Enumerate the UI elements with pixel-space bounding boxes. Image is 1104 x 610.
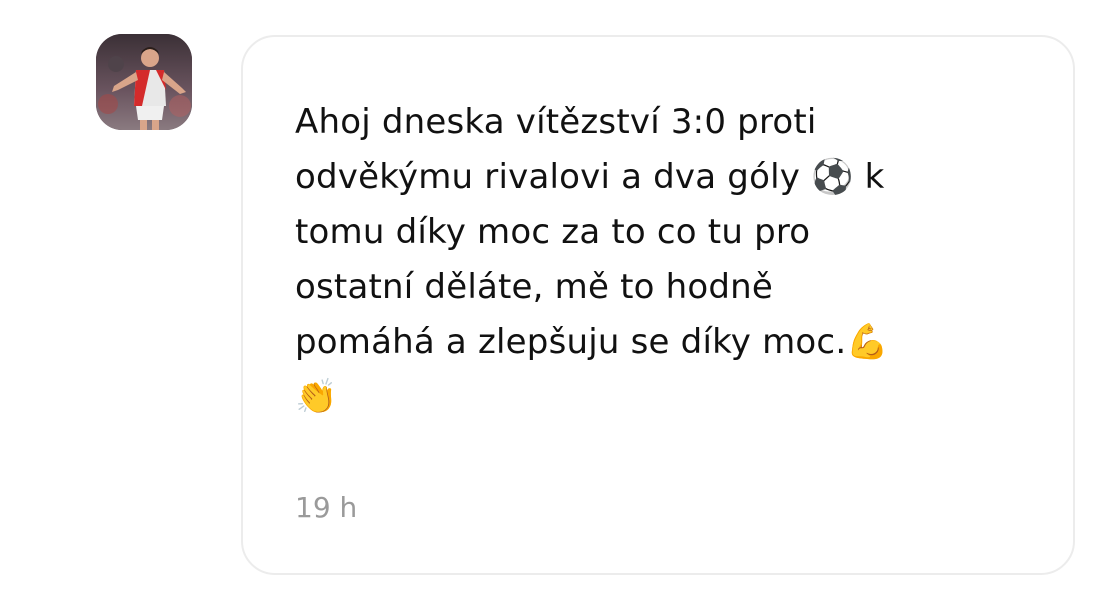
comment-timestamp: 19 h — [295, 491, 358, 524]
avatar[interactable] — [96, 34, 192, 130]
avatar-image — [96, 34, 192, 130]
comment-text: Ahoj dneska vítězství 3:0 proti odvěkýmu… — [295, 102, 889, 417]
comment-bubble: Ahoj dneska vítězství 3:0 proti odvěkýmu… — [241, 35, 1075, 575]
